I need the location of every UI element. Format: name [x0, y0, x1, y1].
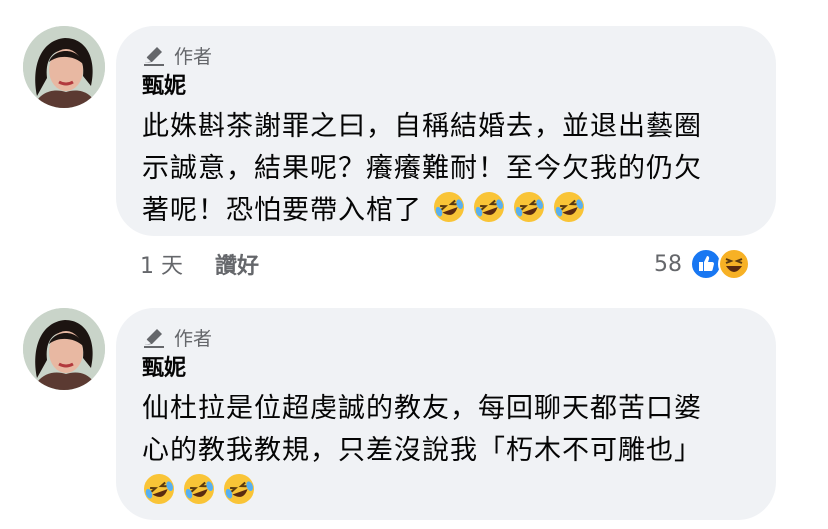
commenter-name[interactable]: 甄妮 [142, 70, 750, 104]
comment-line: 心的教我教規，只差沒說我「朽木不可雕也」 [142, 435, 702, 466]
pen-icon [144, 47, 164, 66]
rofl-emoji [552, 190, 586, 224]
rofl-emoji [222, 472, 256, 506]
rofl-emoji [472, 190, 506, 224]
haha-reaction-icon [718, 248, 750, 280]
author-badge-label: 作者 [174, 327, 213, 350]
emoji-line [142, 472, 750, 514]
comment-line: 示誠意，結果呢？癢癢難耐！至今欠我的仍欠 [142, 153, 702, 184]
pen-icon [144, 329, 164, 348]
rofl-emoji [182, 472, 216, 506]
comment-line: 仙杜拉是位超虔誠的教友，每回聊天都苦口婆 [142, 393, 702, 424]
comment-line: 著呢！恐怕要帶入棺了 [142, 195, 422, 226]
comment-bubble: 作者 甄妮 此姝斟茶謝罪之曰，自稱結婚去，並退出藝圈 示誠意，結果呢？癢癢難耐！… [116, 26, 776, 280]
rofl-emoji [142, 472, 176, 506]
author-badge-label: 作者 [174, 45, 213, 68]
comment-meta: 1 天 讚好 [140, 246, 259, 282]
comment-line-last: 著呢！恐怕要帶入棺了 [142, 190, 750, 232]
author-badge: 作者 [142, 40, 750, 70]
reaction-summary[interactable]: 58 [654, 248, 750, 280]
comment-text: 此姝斟茶謝罪之曰，自稱結婚去，並退出藝圈 示誠意，結果呢？癢癢難耐！至今欠我的仍… [142, 106, 750, 232]
author-avatar[interactable] [23, 308, 105, 390]
author-badge: 作者 [142, 322, 750, 352]
like-button[interactable]: 讚好 [215, 248, 259, 280]
author-avatar[interactable] [23, 26, 105, 108]
comment-bubble: 作者 甄妮 仙杜拉是位超虔誠的教友，每回聊天都苦口婆 心的教我教規，只差沒說我「… [116, 308, 776, 520]
comment-timestamp[interactable]: 1 天 [140, 248, 183, 280]
rofl-emoji [432, 190, 466, 224]
commenter-name[interactable]: 甄妮 [142, 352, 750, 386]
comment-text: 仙杜拉是位超虔誠的教友，每回聊天都苦口婆 心的教我教規，只差沒說我「朽木不可雕也… [142, 388, 750, 514]
comment-line: 此姝斟茶謝罪之曰，自稱結婚去，並退出藝圈 [142, 111, 702, 142]
reaction-count: 58 [654, 251, 682, 277]
rofl-emoji [512, 190, 546, 224]
